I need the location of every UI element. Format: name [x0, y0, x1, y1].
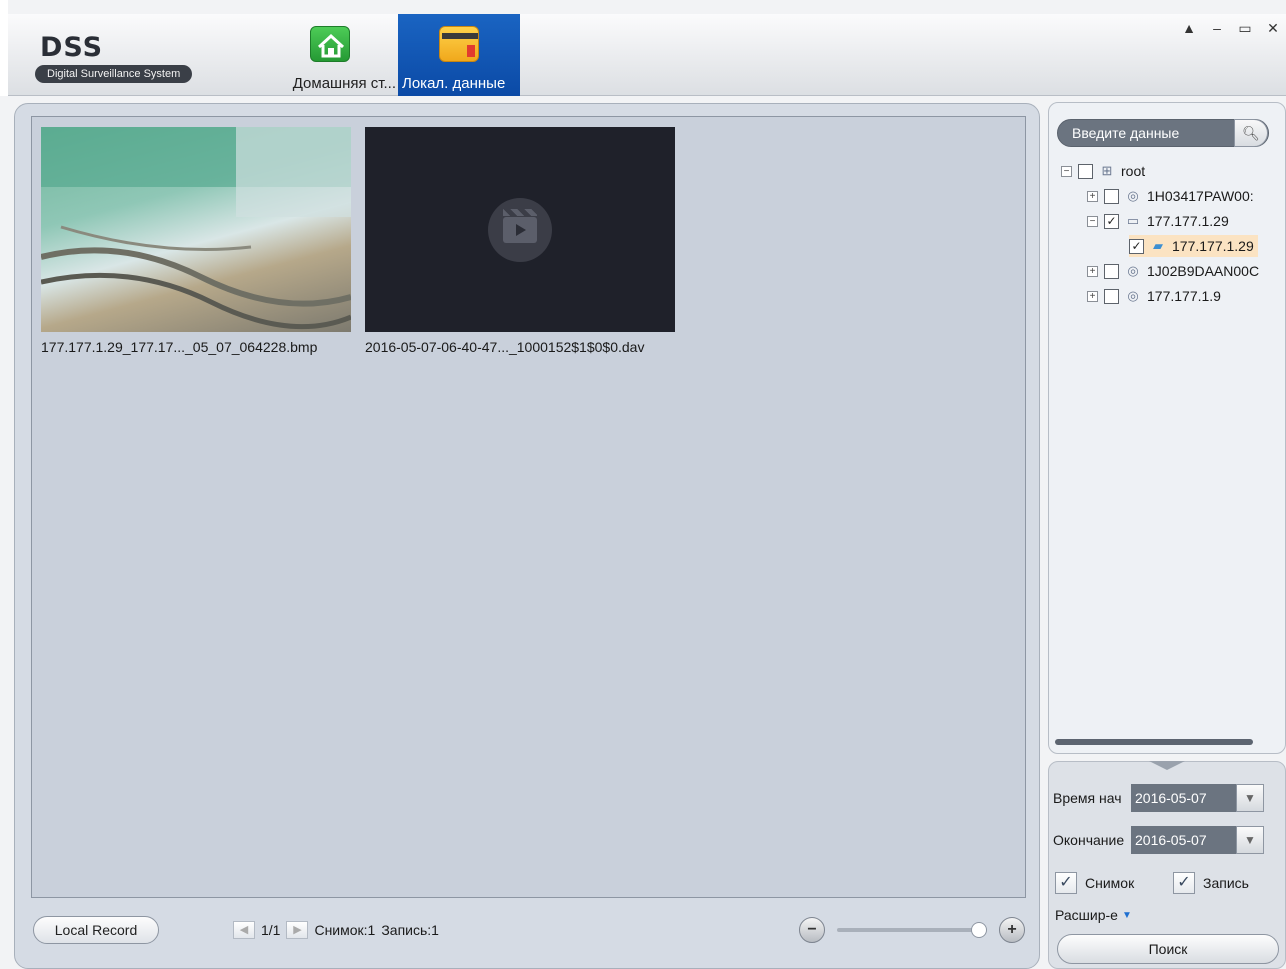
- main-panel: 177.177.1.29_177.17..._05_07_064228.bmp …: [14, 103, 1040, 969]
- tree-item-label: 1J02B9DAAN00C: [1147, 263, 1260, 279]
- advanced-label: Расшир-е: [1055, 907, 1118, 923]
- file-name: 177.177.1.29_177.17..._05_07_064228.bmp: [41, 339, 318, 355]
- lock-icon[interactable]: ▲: [1182, 20, 1196, 37]
- tree-checkbox[interactable]: [1104, 188, 1119, 204]
- app-window: DSS Digital Surveillance System Домашняя…: [0, 0, 1286, 969]
- tree-item-device[interactable]: − ✓ ▭ 177.177.1.29: [1087, 210, 1229, 232]
- search-icon[interactable]: 🔍︎: [1234, 119, 1268, 147]
- start-time-field[interactable]: 2016-05-07: [1131, 784, 1236, 812]
- record-checkbox[interactable]: ✓ Запись: [1173, 872, 1249, 894]
- prev-page-button[interactable]: ◀: [233, 921, 255, 939]
- camera-icon: ◎: [1127, 263, 1139, 278]
- file-item-snapshot[interactable]: 177.177.1.29_177.17..._05_07_064228.bmp: [41, 127, 351, 355]
- dvr-icon: ▭: [1126, 213, 1140, 228]
- tree-item-root[interactable]: − ⊞ root: [1061, 160, 1145, 182]
- filter-panel: Время нач 2016-05-07 ▼ Окончание 2016-05…: [1048, 761, 1286, 969]
- zoom-out-button[interactable]: −: [799, 917, 825, 943]
- tree-checkbox[interactable]: [1104, 263, 1119, 279]
- tree-item-label: 1H03417PAW00:: [1147, 188, 1254, 204]
- chevron-down-icon[interactable]: ▼: [1236, 826, 1264, 854]
- zoom-handle[interactable]: [971, 922, 987, 938]
- zoom-track[interactable]: [837, 928, 987, 932]
- zoom-slider: − +: [799, 917, 1029, 943]
- local-record-button[interactable]: Local Record: [33, 916, 159, 944]
- end-time-field[interactable]: 2016-05-07: [1131, 826, 1236, 854]
- maximize-icon[interactable]: ▭: [1238, 20, 1252, 37]
- tab-home[interactable]: Домашняя ст...: [260, 14, 400, 96]
- end-time-label: Окончание: [1053, 832, 1125, 848]
- collapse-arrow-icon[interactable]: [1149, 761, 1185, 770]
- page-indicator: 1/1: [261, 922, 281, 938]
- camera-icon: ◎: [1127, 188, 1139, 203]
- collapse-icon[interactable]: −: [1061, 165, 1072, 177]
- close-icon[interactable]: ✕: [1266, 20, 1280, 37]
- chevron-down-icon: ▼: [1121, 909, 1132, 921]
- start-time-label: Время нач: [1053, 790, 1122, 806]
- tree-checkbox[interactable]: ✓: [1104, 213, 1119, 229]
- file-name: 2016-05-07-06-40-47..._1000152$1$0$0.dav: [365, 339, 645, 355]
- snapshot-checkbox[interactable]: ✓ Снимок: [1055, 872, 1134, 894]
- tab-local-data-label: Локал. данные: [402, 75, 506, 92]
- tree-item-label: 177.177.1.29: [1147, 213, 1229, 229]
- record-thumbnail[interactable]: [365, 127, 675, 332]
- minimize-icon[interactable]: –: [1210, 20, 1224, 37]
- search-button[interactable]: Поиск: [1057, 934, 1279, 964]
- end-time-row: Окончание 2016-05-07 ▼: [1053, 825, 1264, 855]
- video-icon: [488, 197, 552, 262]
- header-bar: DSS Digital Surveillance System Домашняя…: [8, 14, 1286, 96]
- expand-icon[interactable]: +: [1087, 190, 1098, 202]
- expand-icon[interactable]: +: [1087, 290, 1098, 302]
- tab-home-label: Домашняя ст...: [292, 75, 396, 92]
- snapshot-count: Снимок:1: [314, 922, 376, 938]
- tree-item-label: 177.177.1.29: [1172, 238, 1254, 254]
- checkmark-icon[interactable]: ✓: [1173, 872, 1195, 894]
- home-icon: [310, 26, 350, 62]
- file-item-record[interactable]: 2016-05-07-06-40-47..._1000152$1$0$0.dav: [365, 127, 675, 355]
- chevron-down-icon[interactable]: ▼: [1236, 784, 1264, 812]
- record-checkbox-label: Запись: [1203, 875, 1249, 891]
- camera-icon: ◎: [1127, 288, 1139, 303]
- tree-item-label: 177.177.1.9: [1147, 288, 1221, 304]
- record-count: Запись:1: [381, 922, 439, 938]
- tree-checkbox[interactable]: [1104, 288, 1119, 304]
- device-tree-panel: Введите данные 🔍︎ − ⊞ root + ◎ 1H03417PA…: [1048, 102, 1286, 754]
- next-page-button[interactable]: ▶: [286, 921, 309, 939]
- folder-icon: [439, 26, 479, 62]
- app-title: DSS: [40, 32, 104, 63]
- pager: ◀ 1/1 ▶ Снимок:1 Запись:1: [233, 921, 439, 939]
- snapshot-thumbnail[interactable]: [41, 127, 351, 332]
- tree-item-channel[interactable]: ✓ ▰ 177.177.1.29: [1129, 235, 1258, 257]
- network-icon: ⊞: [1101, 163, 1113, 178]
- search-placeholder: Введите данные: [1072, 125, 1180, 141]
- tree-item-device[interactable]: + ◎ 1J02B9DAAN00C: [1087, 260, 1259, 282]
- device-search-input[interactable]: Введите данные 🔍︎: [1057, 119, 1269, 147]
- tree-item-label: root: [1121, 163, 1146, 179]
- window-corner: [0, 0, 8, 96]
- channel-icon: ▰: [1153, 238, 1163, 253]
- tree-item-device[interactable]: + ◎ 1H03417PAW00:: [1087, 185, 1254, 207]
- start-time-row: Время нач 2016-05-07 ▼: [1053, 783, 1264, 813]
- zoom-in-button[interactable]: +: [999, 917, 1025, 943]
- expand-icon[interactable]: +: [1087, 265, 1098, 277]
- tree-checkbox[interactable]: [1078, 163, 1093, 179]
- snapshot-checkbox-label: Снимок: [1085, 875, 1135, 891]
- tree-checkbox[interactable]: ✓: [1129, 238, 1144, 254]
- app-subtitle: Digital Surveillance System: [35, 65, 193, 83]
- file-gallery: 177.177.1.29_177.17..._05_07_064228.bmp …: [31, 116, 1026, 898]
- horizontal-scrollbar[interactable]: [1055, 739, 1253, 745]
- checkmark-icon[interactable]: ✓: [1055, 872, 1077, 894]
- window-controls: ▲ – ▭ ✕: [1182, 20, 1280, 37]
- tree-item-device[interactable]: + ◎ 177.177.1.9: [1087, 285, 1221, 307]
- collapse-icon[interactable]: −: [1087, 215, 1098, 227]
- advanced-toggle[interactable]: Расшир-е ▼: [1055, 907, 1132, 923]
- tab-local-data[interactable]: Локал. данные: [398, 14, 520, 96]
